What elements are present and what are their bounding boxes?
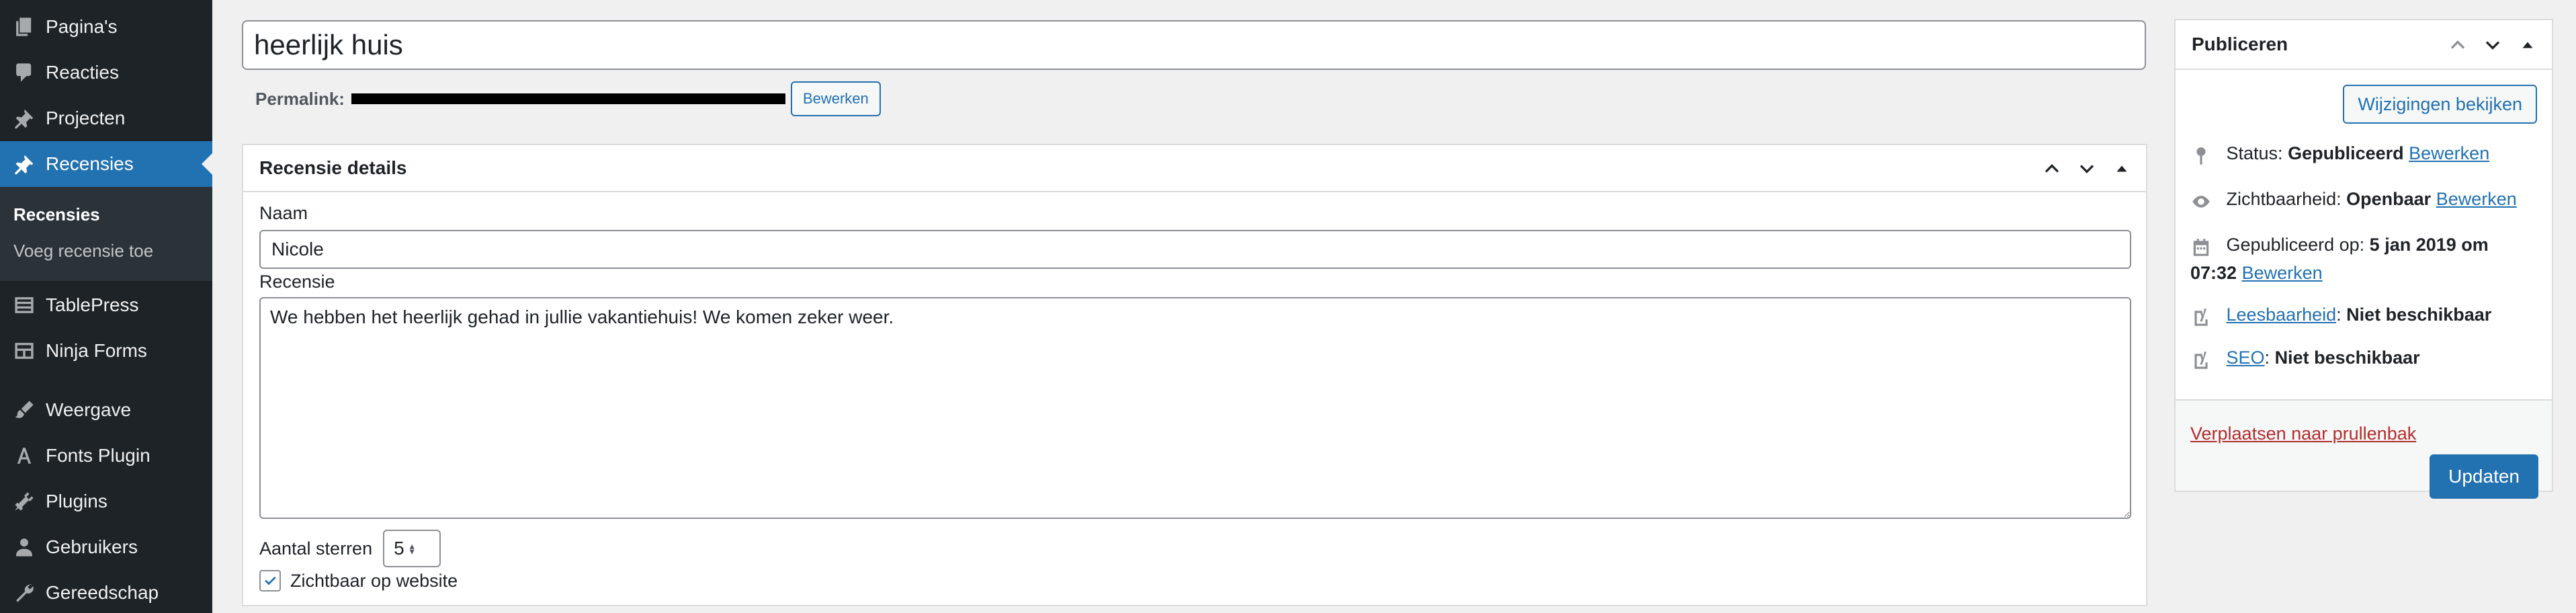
menu-item-reviews[interactable]: Recensies bbox=[0, 141, 212, 187]
visibility-row: Zichtbaarheid: Openbaar Bewerken bbox=[2190, 186, 2538, 214]
submenu: Recensies Voeg recensie toe bbox=[0, 187, 212, 281]
readability-value: Niet beschikbaar bbox=[2346, 304, 2492, 325]
readability-row: Leesbaarheid: Niet beschikbaar bbox=[2190, 301, 2538, 329]
review-textarea[interactable]: We hebben het heerlijk gehad in jullie v… bbox=[259, 297, 2131, 519]
publish-actions: Verplaatsen naar prullenbak Updaten bbox=[2176, 399, 2552, 499]
review-box-header: Recensie details bbox=[243, 145, 2146, 192]
menu-item-appearance[interactable]: Weergave bbox=[0, 387, 212, 433]
review-box-title: Recensie details bbox=[259, 157, 407, 178]
publish-box: Publiceren Wijzigingen bekijken Status: … bbox=[2174, 19, 2553, 499]
menu-item-label: TablePress bbox=[46, 294, 139, 315]
pin-icon bbox=[0, 141, 46, 187]
menu-item-tools[interactable]: Gereedschap bbox=[0, 570, 212, 613]
permalink-row: Permalink: https://www.example.com/recen… bbox=[255, 81, 881, 117]
menu-item-label: Gereedschap bbox=[46, 582, 159, 603]
menu-item-label: Reacties bbox=[46, 62, 119, 83]
publish-box-title: Publiceren bbox=[2192, 34, 2288, 54]
menu-item-projects[interactable]: Projecten bbox=[0, 95, 212, 141]
status-edit-link[interactable]: Bewerken bbox=[2409, 143, 2489, 163]
menu-item-label: Ninja Forms bbox=[46, 340, 147, 361]
menu-item-label: Pagina's bbox=[46, 16, 118, 37]
stars-value: 5 bbox=[394, 538, 404, 559]
submenu-item-add-review[interactable]: Voeg recensie toe bbox=[13, 241, 153, 261]
menu-item-users[interactable]: Gebruikers bbox=[0, 524, 212, 570]
review-label: Recensie bbox=[259, 272, 335, 292]
menu-item-label: Recensies bbox=[46, 153, 134, 174]
collapse-triangle-icon[interactable] bbox=[2104, 151, 2139, 186]
post-title-input[interactable] bbox=[242, 20, 2146, 70]
visibility-edit-link[interactable]: Bewerken bbox=[2436, 189, 2517, 209]
menu-item-pages[interactable]: Pagina's bbox=[0, 4, 212, 50]
menu-item-label: Weergave bbox=[46, 399, 132, 420]
permalink-url-redacted[interactable]: https://www.example.com/recensie/heerlij… bbox=[351, 93, 785, 104]
review-details-box: Recensie details Naam Recensie We hebben… bbox=[242, 144, 2147, 606]
visible-row: Zichtbaar op website bbox=[259, 566, 458, 596]
chevron-down-icon[interactable] bbox=[2069, 151, 2104, 186]
submenu-item-reviews[interactable]: Recensies bbox=[13, 204, 100, 225]
readability-link[interactable]: Leesbaarheid bbox=[2227, 304, 2337, 325]
menu-item-label: Projecten bbox=[46, 108, 126, 128]
preview-changes-button[interactable]: Wijzigingen bekijken bbox=[2343, 85, 2537, 124]
stars-row: Aantal sterren 5 ▴ ▾ bbox=[259, 528, 441, 569]
active-indicator bbox=[202, 153, 212, 175]
yoast-icon bbox=[2190, 345, 2215, 372]
menu-item-label: Plugins bbox=[46, 491, 108, 512]
review-box-handle-actions bbox=[2034, 145, 2139, 192]
stars-label: Aantal sterren bbox=[259, 538, 373, 559]
font-icon bbox=[0, 433, 46, 479]
spinner-arrows-icon[interactable]: ▴ ▾ bbox=[410, 541, 415, 556]
status-value: Gepubliceerd bbox=[2288, 143, 2404, 163]
wrench-icon bbox=[0, 570, 46, 613]
menu-item-tablepress[interactable]: TablePress bbox=[0, 282, 212, 328]
published-label: Gepubliceerd op: bbox=[2226, 235, 2365, 255]
table-icon bbox=[0, 282, 46, 328]
pin-icon bbox=[0, 95, 46, 141]
chevron-up-icon[interactable] bbox=[2440, 28, 2475, 63]
menu-item-plugins[interactable]: Plugins bbox=[0, 479, 212, 524]
permalink-edit-button[interactable]: Bewerken bbox=[790, 81, 881, 116]
visibility-label: Zichtbaarheid: bbox=[2226, 189, 2342, 209]
publish-box-handle-actions bbox=[2440, 20, 2545, 70]
comments-icon bbox=[0, 50, 46, 95]
admin-sidebar: Pagina's Reacties Projecten Recensies Re… bbox=[0, 0, 212, 613]
stars-number-input[interactable]: 5 ▴ ▾ bbox=[383, 530, 441, 567]
pin-icon bbox=[2190, 141, 2215, 168]
plugin-icon bbox=[0, 479, 46, 524]
visible-label: Zichtbaar op website bbox=[290, 570, 458, 591]
calendar-icon bbox=[2190, 233, 2215, 259]
visible-checkbox[interactable] bbox=[259, 570, 281, 591]
menu-item-comments[interactable]: Reacties bbox=[0, 50, 212, 95]
status-label: Status: bbox=[2226, 143, 2283, 163]
name-label: Naam bbox=[259, 203, 308, 223]
form-icon bbox=[0, 328, 46, 374]
menu-item-label: Gebruikers bbox=[46, 536, 138, 557]
published-date-row: Gepubliceerd op: 5 jan 2019 om 07:32 Bew… bbox=[2190, 231, 2538, 286]
visibility-value: Openbaar bbox=[2346, 189, 2432, 209]
seo-link[interactable]: SEO bbox=[2227, 348, 2265, 368]
menu-item-ninja-forms[interactable]: Ninja Forms bbox=[0, 328, 212, 374]
menu-item-label: Fonts Plugin bbox=[46, 445, 151, 466]
eye-icon bbox=[2190, 187, 2215, 214]
seo-row: SEO: Niet beschikbaar bbox=[2190, 344, 2538, 372]
chevron-up-icon[interactable] bbox=[2034, 151, 2069, 186]
seo-value: Niet beschikbaar bbox=[2274, 348, 2420, 368]
pages-icon bbox=[0, 4, 46, 50]
update-button[interactable]: Updaten bbox=[2430, 454, 2538, 499]
users-icon bbox=[0, 524, 46, 570]
collapse-triangle-icon[interactable] bbox=[2510, 28, 2545, 63]
brush-icon bbox=[0, 387, 46, 433]
chevron-down-icon[interactable] bbox=[2475, 28, 2510, 63]
permalink-label: Permalink: bbox=[255, 88, 345, 109]
published-edit-link[interactable]: Bewerken bbox=[2242, 263, 2323, 283]
status-row: Status: Gepubliceerd Bewerken bbox=[2190, 140, 2538, 168]
move-to-trash-link[interactable]: Verplaatsen naar prullenbak bbox=[2190, 423, 2416, 444]
name-field[interactable] bbox=[259, 230, 2131, 269]
menu-item-fonts-plugin[interactable]: Fonts Plugin bbox=[0, 433, 212, 479]
checkmark-icon bbox=[265, 576, 276, 585]
publish-box-header: Publiceren bbox=[2176, 20, 2552, 70]
yoast-icon bbox=[2190, 302, 2215, 329]
